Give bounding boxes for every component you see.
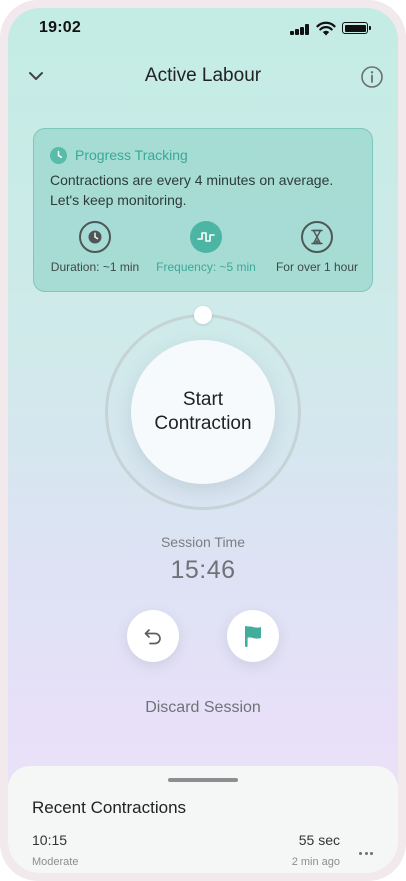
sheet-title: Recent Contractions <box>32 798 187 817</box>
list-item[interactable]: 10:15 Moderate 55 sec 2 min ago <box>32 832 378 872</box>
metric-duration: Duration: ~1 min <box>40 221 150 274</box>
info-icon[interactable] <box>360 65 384 89</box>
start-button-line-2: Contraction <box>154 413 252 434</box>
card-message: Contractions are every 4 minutes on aver… <box>50 170 360 210</box>
session-time-label: Session Time <box>160 534 246 550</box>
progress-knob <box>194 306 212 324</box>
status-bar: 19:02 <box>8 8 398 48</box>
pulse-icon <box>190 221 222 253</box>
start-button-line-1: Start <box>182 389 224 410</box>
page-title: Active Labour <box>144 65 262 86</box>
status-time: 19:02 <box>39 19 81 36</box>
contraction-duration: 55 sec <box>298 832 340 848</box>
wifi-icon <box>316 21 336 36</box>
battery-icon <box>342 22 371 34</box>
contraction-dial: Start Contraction <box>105 306 301 510</box>
contraction-ago: 2 min ago <box>291 856 340 868</box>
hourglass-icon <box>301 221 333 253</box>
more-options-icon[interactable] <box>354 844 378 862</box>
flag-icon <box>245 626 261 647</box>
sheet-drag-handle[interactable] <box>168 778 238 782</box>
undo-button[interactable] <box>127 610 179 662</box>
cellular-signal-icon <box>290 24 310 35</box>
card-message-line-1: Contractions are every 4 minutes on aver… <box>50 172 334 188</box>
clock-icon <box>79 221 111 253</box>
metric-length-label: For over 1 hour <box>275 260 359 274</box>
contraction-intensity: Moderate <box>32 856 79 868</box>
flag-button[interactable] <box>227 610 279 662</box>
metric-length: For over 1 hour <box>262 221 372 274</box>
app-screen: 19:02 Active Labour Progress Tracking Co… <box>8 8 398 873</box>
session-time-value: 15:46 <box>170 556 236 584</box>
start-contraction-button[interactable]: Start Contraction <box>131 340 275 484</box>
device-frame: 19:02 Active Labour Progress Tracking Co… <box>0 0 406 881</box>
clock-badge-icon <box>50 146 67 164</box>
metric-duration-label: Duration: ~1 min <box>50 260 140 274</box>
progress-tracking-card: Progress Tracking Contractions are every… <box>33 128 373 292</box>
discard-session-button[interactable]: Discard Session <box>8 699 398 717</box>
card-header: Progress Tracking <box>50 146 188 164</box>
metric-frequency: Frequency: ~5 min <box>151 221 261 274</box>
card-title: Progress Tracking <box>75 147 188 163</box>
metric-frequency-label: Frequency: ~5 min <box>156 260 256 274</box>
recent-contractions-sheet: Recent Contractions 10:15 Moderate 55 se… <box>8 766 398 873</box>
undo-icon <box>144 629 161 645</box>
card-message-line-2: Let's keep monitoring. <box>50 192 187 208</box>
contraction-time: 10:15 <box>32 832 68 848</box>
